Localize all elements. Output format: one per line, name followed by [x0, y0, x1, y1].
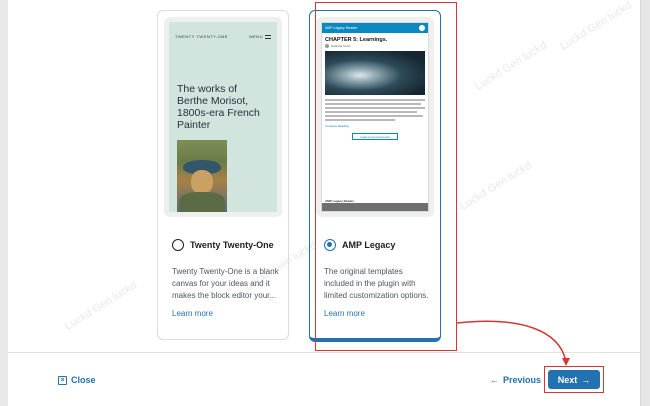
- preview-post-title: CHAPTER 5: Learnings.: [325, 37, 388, 43]
- avatar: [325, 44, 329, 48]
- theme-radio-row[interactable]: Twenty Twenty-One: [172, 239, 274, 251]
- ocean-image: [325, 51, 425, 95]
- previous-button[interactable]: ← Previous: [490, 375, 541, 385]
- theme-radio-amp-legacy[interactable]: [324, 239, 336, 251]
- previous-label: Previous: [503, 375, 542, 385]
- preview-header: AMP Legacy Reader W: [322, 23, 428, 33]
- arrow-left-icon: ←: [490, 375, 499, 385]
- preview-header: TWENTY TWENTY-ONE MENU: [169, 22, 277, 39]
- painting-image: [177, 140, 227, 212]
- next-label: Next: [557, 374, 578, 385]
- close-icon: ×: [58, 375, 67, 385]
- arrow-right-icon: →: [581, 374, 591, 385]
- theme-radio-twenty-twenty-one[interactable]: [172, 239, 184, 251]
- theme-preview-frame: TWENTY TWENTY-ONE MENU The works of Bert…: [164, 17, 282, 217]
- preview-site-title: TWENTY TWENTY-ONE: [175, 34, 228, 39]
- theme-name: AMP Legacy: [342, 240, 396, 250]
- preview-heading: The works of Berthe Morisot, 1800s-era F…: [177, 83, 260, 131]
- preview-menu: MENU: [249, 34, 271, 39]
- site-icon: W: [419, 25, 425, 31]
- theme-description: Twenty Twenty-One is a blank canvas for …: [172, 267, 279, 300]
- hamburger-icon: [265, 34, 271, 39]
- theme-card-amp-legacy[interactable]: AMP Legacy Reader W CHAPTER 5: Learnings…: [309, 10, 441, 342]
- theme-card-twenty-twenty-one[interactable]: TWENTY TWENTY-ONE MENU The works of Bert…: [157, 10, 289, 340]
- preview-author: Natasha Smith: [322, 44, 428, 48]
- preview-site-title: AMP Legacy Reader: [325, 26, 358, 30]
- scrollbar[interactable]: [640, 0, 650, 406]
- theme-radio-row[interactable]: AMP Legacy: [324, 239, 395, 251]
- close-button[interactable]: × Close: [58, 375, 96, 385]
- theme-description: The original templates included in the p…: [324, 267, 429, 300]
- preview-read-more: Continue Reading: [325, 124, 350, 128]
- learn-more-link[interactable]: Learn more: [172, 309, 213, 318]
- preview-load-comments-button: Load more Comments: [352, 133, 398, 140]
- preview-author-name: Natasha Smith: [331, 44, 351, 48]
- wizard-footer: × Close ← Previous Next →: [8, 352, 640, 406]
- learn-more-link[interactable]: Learn more: [324, 309, 365, 318]
- theme-preview-frame: AMP Legacy Reader W CHAPTER 5: Learnings…: [316, 17, 434, 217]
- preview-menu-label: MENU: [249, 34, 263, 39]
- close-label: Close: [71, 375, 96, 385]
- preview-body-text: [322, 95, 428, 121]
- theme-preview-twenty-twenty-one: TWENTY TWENTY-ONE MENU The works of Bert…: [169, 22, 277, 212]
- left-gutter: [0, 0, 8, 406]
- next-button[interactable]: Next →: [548, 370, 600, 389]
- preview-footer-bar: [322, 203, 428, 211]
- theme-name: Twenty Twenty-One: [190, 240, 274, 250]
- theme-preview-amp-legacy: AMP Legacy Reader W CHAPTER 5: Learnings…: [321, 22, 429, 212]
